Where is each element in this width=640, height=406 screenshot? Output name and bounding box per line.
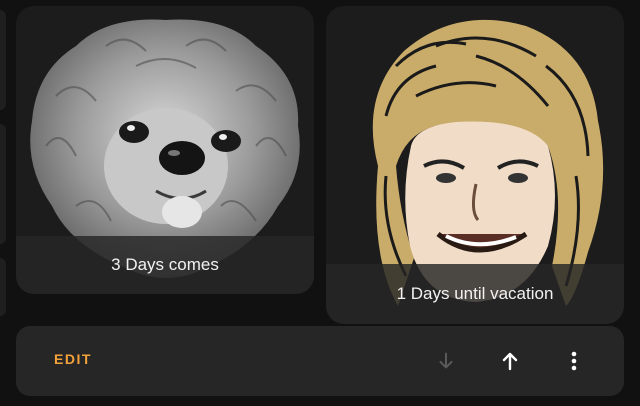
arrow-down-icon xyxy=(439,352,453,369)
adjacent-card-edge xyxy=(0,10,6,110)
card-caption: 3 Days comes xyxy=(16,236,314,294)
card-caption: 1 Days until vacation xyxy=(326,264,624,324)
move-up-button[interactable] xyxy=(492,343,528,379)
adjacent-card-edge xyxy=(0,124,6,244)
more-options-button[interactable] xyxy=(556,343,592,379)
adjacent-card-edge xyxy=(0,258,6,316)
bottom-toolbar: EDIT xyxy=(16,326,624,396)
arrow-up-icon xyxy=(502,352,518,371)
countdown-card[interactable]: 1 Days until vacation xyxy=(326,6,624,324)
edit-button[interactable]: EDIT xyxy=(54,351,92,367)
more-vert-icon xyxy=(571,351,577,371)
countdown-card[interactable]: 3 Days comes xyxy=(16,6,314,294)
move-down-button[interactable] xyxy=(428,343,464,379)
